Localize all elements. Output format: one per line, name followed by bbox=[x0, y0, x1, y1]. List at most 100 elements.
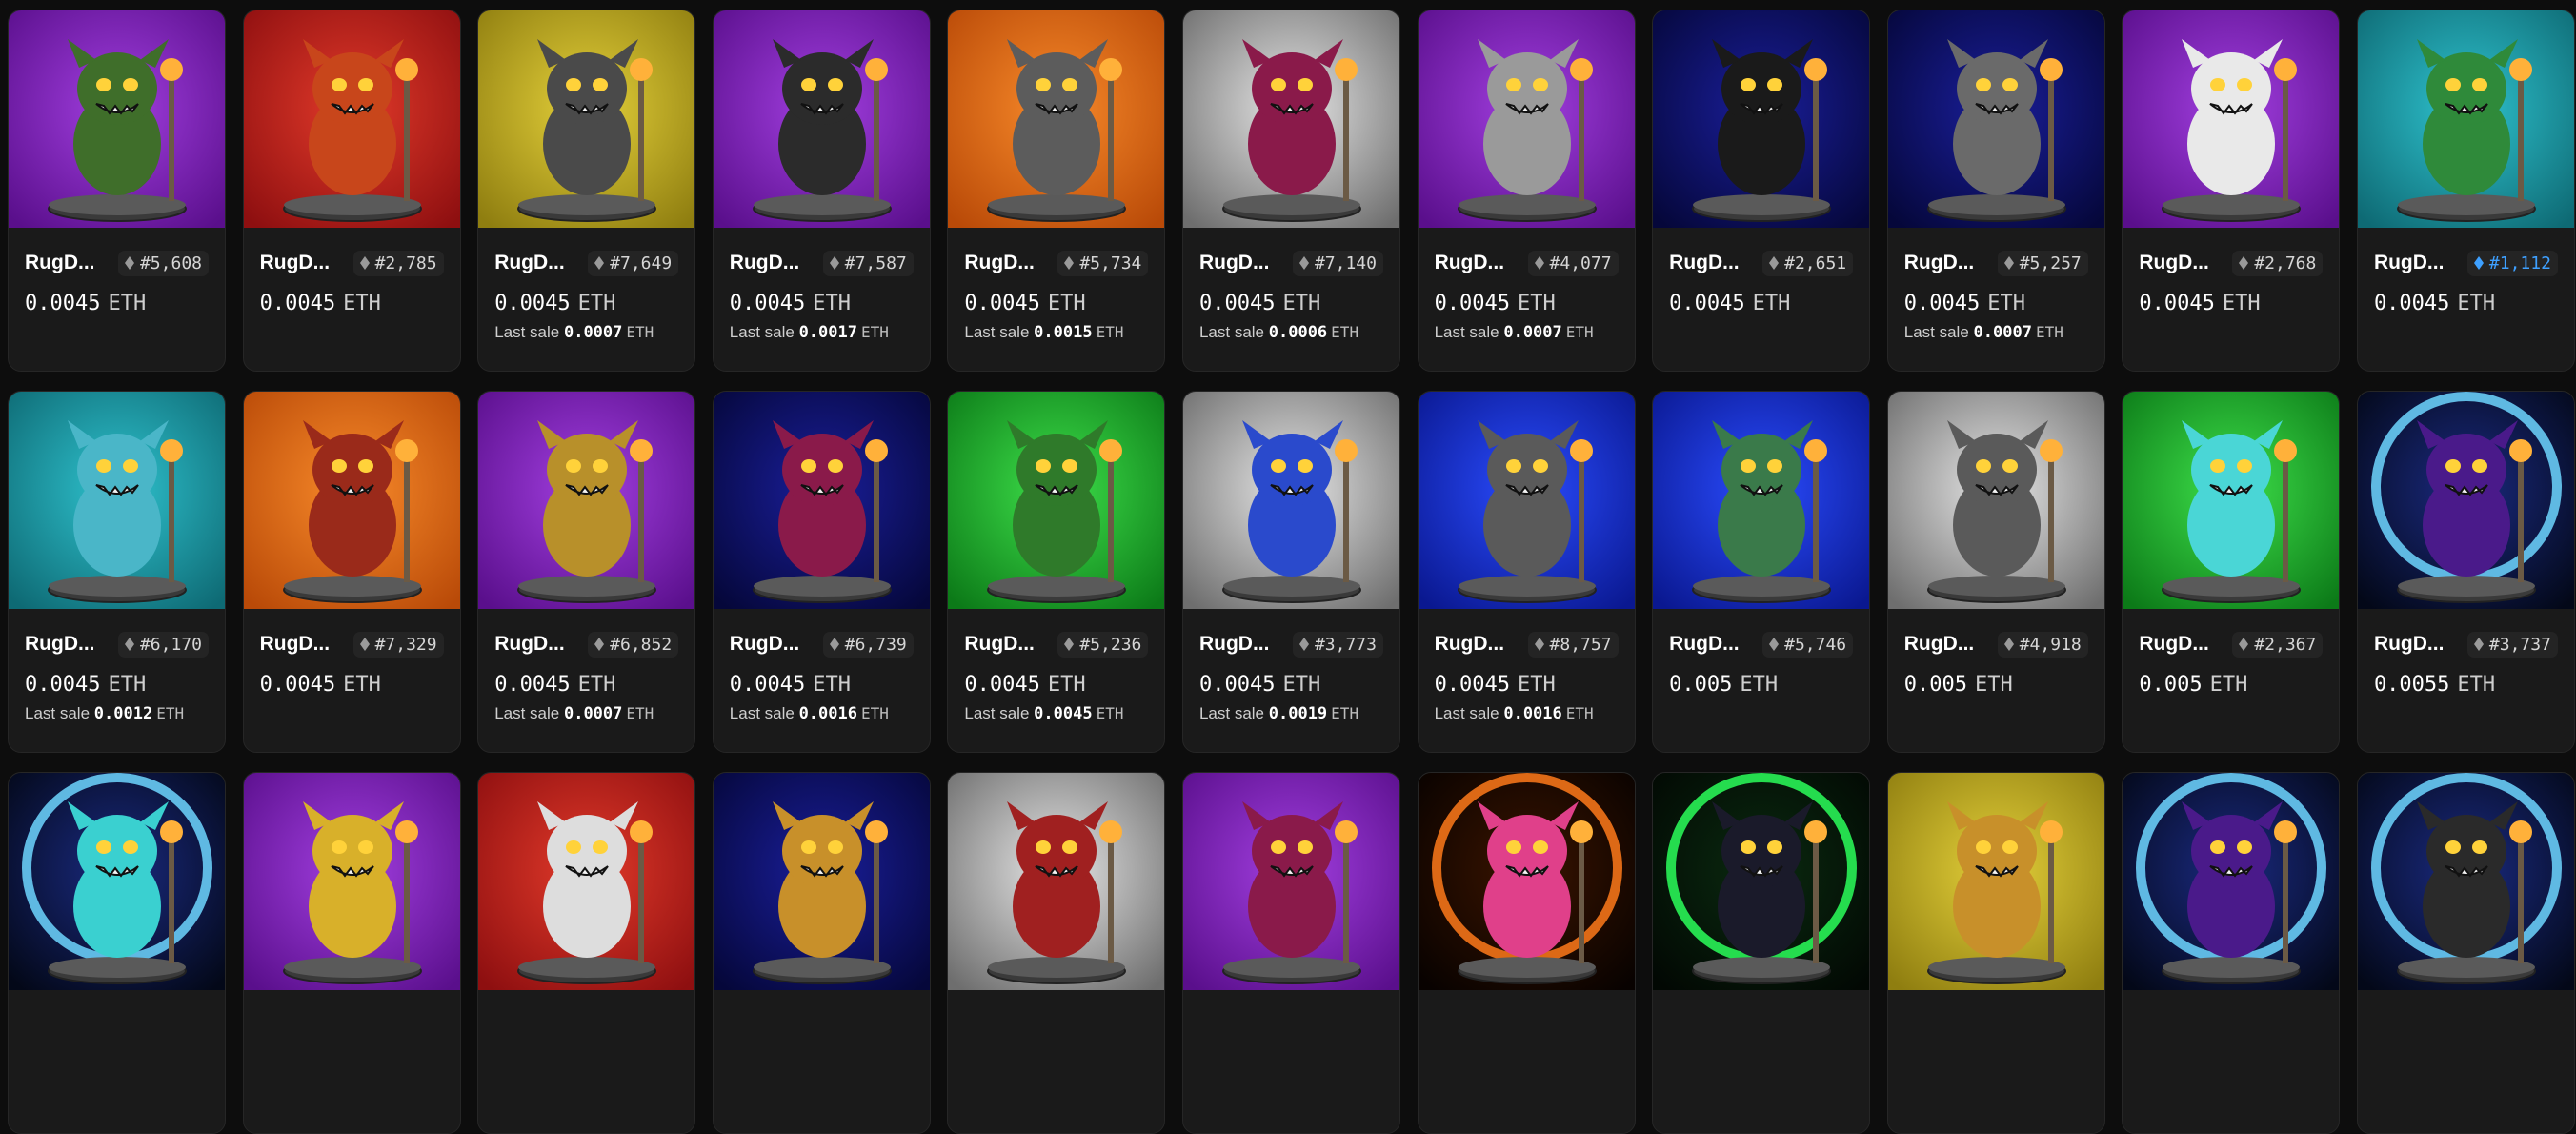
ethereum-diamond-icon bbox=[1534, 638, 1544, 651]
nft-card[interactable]: RugD... #6,170 0.0045 ETH Last sale 0.001… bbox=[8, 391, 226, 753]
nft-card[interactable]: RugD... #7,587 0.0045 ETH Last sale 0.001… bbox=[712, 10, 931, 372]
token-id-badge: #2,651 bbox=[1762, 250, 1854, 276]
nft-image[interactable] bbox=[1887, 773, 2104, 990]
nft-card[interactable] bbox=[242, 772, 461, 1134]
nft-image[interactable] bbox=[1418, 392, 1635, 609]
nft-card[interactable] bbox=[2356, 772, 2575, 1134]
ethereum-diamond-icon bbox=[124, 256, 134, 270]
nft-card[interactable]: RugD... #4,077 0.0045 ETH Last sale 0.000… bbox=[1417, 10, 1636, 372]
ethereum-diamond-icon bbox=[1064, 638, 1075, 651]
nft-card[interactable]: RugD... #8,757 0.0045 ETH Last sale 0.001… bbox=[1417, 391, 1636, 753]
token-id: #6,852 bbox=[610, 634, 673, 655]
nft-card[interactable]: RugD... #7,649 0.0045 ETH Last sale 0.000… bbox=[477, 10, 696, 372]
token-id-badge: #4,077 bbox=[1527, 250, 1619, 276]
nft-image[interactable] bbox=[2357, 10, 2574, 228]
listing-price: 0.0045 ETH bbox=[964, 673, 1086, 697]
nft-image[interactable] bbox=[1182, 10, 1399, 228]
nft-image[interactable] bbox=[478, 773, 695, 990]
nft-card[interactable] bbox=[947, 772, 1166, 1134]
nft-image[interactable] bbox=[2123, 10, 2340, 228]
character-figure-icon bbox=[2357, 10, 2574, 228]
nft-image[interactable] bbox=[1653, 10, 1870, 228]
nft-card[interactable]: RugD... #2,367 0.005 ETH bbox=[2122, 391, 2341, 753]
token-id-badge: #6,170 bbox=[117, 631, 209, 658]
nft-image[interactable] bbox=[9, 773, 225, 990]
nft-image[interactable] bbox=[2123, 773, 2340, 990]
ethereum-diamond-icon bbox=[2473, 256, 2484, 270]
nft-card[interactable]: RugD... #2,768 0.0045 ETH bbox=[2122, 10, 2341, 372]
character-figure-icon bbox=[713, 773, 930, 990]
nft-card[interactable]: RugD... #2,785 0.0045 ETH bbox=[242, 10, 461, 372]
nft-image[interactable] bbox=[948, 392, 1165, 609]
token-id: #5,746 bbox=[1784, 634, 1847, 655]
nft-card[interactable]: RugD... #5,734 0.0045 ETH Last sale 0.001… bbox=[947, 10, 1166, 372]
nft-image[interactable] bbox=[478, 10, 695, 228]
nft-card[interactable] bbox=[477, 772, 696, 1134]
card-info: RugD... #2,651 0.0045 ETH bbox=[1653, 228, 1869, 342]
nft-card[interactable] bbox=[1886, 772, 2105, 1134]
nft-card[interactable]: RugD... #7,140 0.0045 ETH Last sale 0.000… bbox=[1181, 10, 1400, 372]
ethereum-diamond-icon bbox=[1298, 256, 1309, 270]
nft-image[interactable] bbox=[1182, 392, 1399, 609]
nft-image[interactable] bbox=[9, 392, 225, 609]
character-figure-icon bbox=[478, 773, 695, 990]
ethereum-diamond-icon bbox=[829, 638, 839, 651]
nft-image[interactable] bbox=[2357, 392, 2574, 609]
card-info: RugD... #5,236 0.0045 ETH Last sale 0.004… bbox=[948, 609, 1164, 723]
nft-card[interactable] bbox=[712, 772, 931, 1134]
nft-card[interactable]: RugD... #5,257 0.0045 ETH Last sale 0.000… bbox=[1886, 10, 2105, 372]
nft-image[interactable] bbox=[1418, 773, 1635, 990]
token-id: #5,236 bbox=[1079, 634, 1142, 655]
nft-card[interactable]: RugD... #3,773 0.0045 ETH Last sale 0.001… bbox=[1181, 391, 1400, 753]
card-info: RugD... #5,257 0.0045 ETH Last sale 0.000… bbox=[1888, 228, 2104, 342]
character-figure-icon bbox=[1418, 392, 1635, 609]
nft-card[interactable]: RugD... #5,236 0.0045 ETH Last sale 0.004… bbox=[947, 391, 1166, 753]
character-figure-icon bbox=[1887, 10, 2104, 228]
collection-name: RugD... bbox=[2373, 252, 2445, 273]
token-id-badge: #7,140 bbox=[1292, 250, 1383, 276]
nft-image[interactable] bbox=[2357, 773, 2574, 990]
nft-card[interactable]: RugD... #6,739 0.0045 ETH Last sale 0.001… bbox=[712, 391, 931, 753]
nft-image[interactable] bbox=[713, 392, 930, 609]
nft-image[interactable] bbox=[9, 10, 225, 228]
nft-image[interactable] bbox=[713, 773, 930, 990]
nft-image[interactable] bbox=[2123, 392, 2340, 609]
nft-image[interactable] bbox=[1653, 773, 1870, 990]
nft-card[interactable] bbox=[2122, 772, 2341, 1134]
nft-image[interactable] bbox=[478, 392, 695, 609]
nft-card[interactable] bbox=[1181, 772, 1400, 1134]
nft-image[interactable] bbox=[1887, 392, 2104, 609]
character-figure-icon bbox=[1653, 773, 1870, 990]
nft-image[interactable] bbox=[243, 392, 460, 609]
nft-image[interactable] bbox=[1182, 773, 1399, 990]
nft-card[interactable]: RugD... #7,329 0.0045 ETH bbox=[242, 391, 461, 753]
character-figure-icon bbox=[948, 10, 1165, 228]
nft-image[interactable] bbox=[1887, 10, 2104, 228]
collection-name: RugD... bbox=[2139, 252, 2209, 273]
last-sale: Last sale 0.0019 ETH bbox=[1198, 704, 1359, 723]
nft-card[interactable] bbox=[1417, 772, 1636, 1134]
nft-image[interactable] bbox=[1418, 10, 1635, 228]
nft-card[interactable]: RugD... #3,737 0.0055 ETH bbox=[2356, 391, 2575, 753]
nft-card[interactable]: RugD... #5,608 0.0045 ETH bbox=[8, 10, 226, 372]
token-id: #8,757 bbox=[1549, 634, 1612, 655]
collection-name: RugD... bbox=[1198, 252, 1270, 273]
token-id-badge: #6,739 bbox=[822, 631, 914, 658]
character-figure-icon bbox=[1182, 392, 1399, 609]
nft-image[interactable] bbox=[948, 773, 1165, 990]
nft-card[interactable]: RugD... #6,852 0.0045 ETH Last sale 0.000… bbox=[477, 391, 696, 753]
nft-card[interactable]: RugD... #2,651 0.0045 ETH bbox=[1652, 10, 1871, 372]
nft-card[interactable] bbox=[1652, 772, 1871, 1134]
nft-image[interactable] bbox=[713, 10, 930, 228]
nft-image[interactable] bbox=[948, 10, 1165, 228]
collection-name: RugD... bbox=[1903, 252, 1975, 273]
nft-card[interactable]: RugD... #4,918 0.005 ETH bbox=[1886, 391, 2105, 753]
nft-card[interactable]: RugD... #1,112 0.0045 ETH bbox=[2356, 10, 2575, 372]
nft-image[interactable] bbox=[1653, 392, 1870, 609]
last-sale: Last sale 0.0007 ETH bbox=[1434, 323, 1594, 342]
nft-card[interactable]: RugD... #5,746 0.005 ETH bbox=[1652, 391, 1871, 753]
character-figure-icon bbox=[713, 10, 930, 228]
nft-card[interactable] bbox=[8, 772, 226, 1134]
nft-image[interactable] bbox=[243, 10, 460, 228]
nft-image[interactable] bbox=[243, 773, 460, 990]
